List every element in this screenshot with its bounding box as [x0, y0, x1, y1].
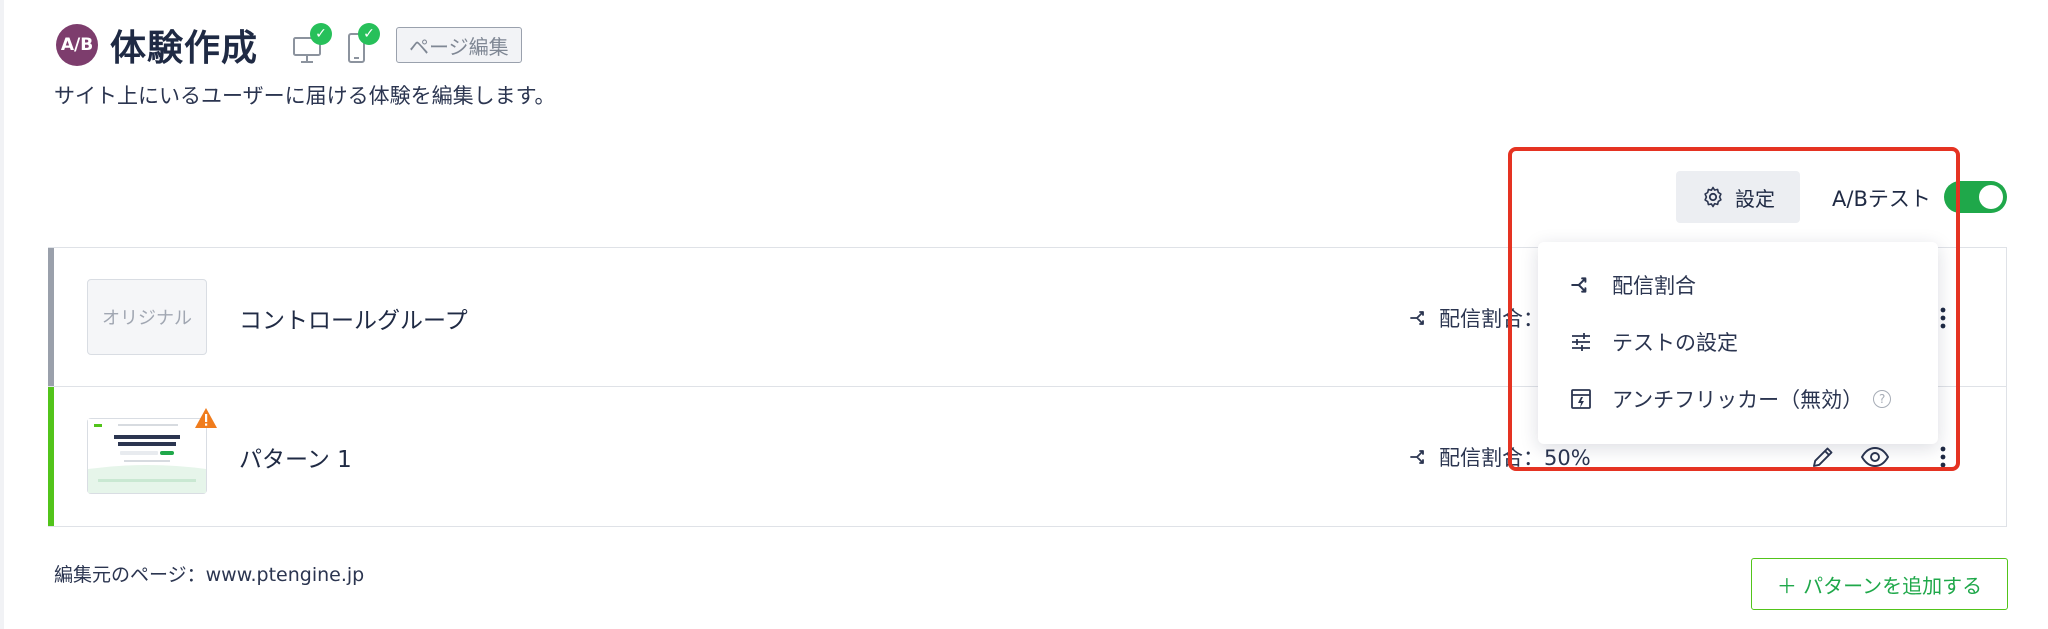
- abtest-toggle[interactable]: [1944, 181, 2007, 213]
- warning-icon: [195, 408, 217, 428]
- variant-name: パターン 1: [239, 446, 352, 473]
- check-icon: ✓: [310, 23, 333, 45]
- traffic-allocation: 配信割合：: [1409, 248, 1544, 387]
- page-preview-image: [88, 419, 206, 493]
- left-edge: [0, 0, 4, 629]
- settings-label: 設定: [1735, 186, 1775, 211]
- page-title: 体験作成: [110, 28, 259, 69]
- desktop-device-icon[interactable]: ✓: [292, 23, 333, 65]
- variant-thumbnail: [87, 408, 217, 494]
- edit-pencil-icon[interactable]: [1806, 440, 1840, 474]
- row-indicator: [48, 248, 54, 386]
- eye-icon[interactable]: [1858, 440, 1892, 474]
- menu-item-label: テストの設定: [1612, 330, 1738, 355]
- check-icon: ✓: [358, 23, 381, 45]
- settings-button[interactable]: 設定: [1676, 171, 1800, 223]
- original-thumbnail: オリジナル: [87, 279, 207, 355]
- menu-item-anti-flicker[interactable]: アンチフリッカー（無効） ?: [1538, 370, 1938, 427]
- split-icon: [1571, 276, 1587, 293]
- ab-badge: A/B: [56, 24, 98, 66]
- page-subtitle: サイト上にいるユーザーに届ける体験を編集します。: [54, 84, 556, 108]
- help-icon[interactable]: ?: [1873, 389, 1892, 408]
- traffic-label: 配信割合：50%: [1439, 445, 1591, 470]
- source-page-label: 編集元のページ：www.ptengine.jp: [54, 564, 365, 586]
- gear-icon: [1704, 186, 1722, 208]
- menu-item-label: 配信割合: [1612, 273, 1696, 298]
- add-pattern-button[interactable]: ＋ パターンを追加する: [1751, 558, 2008, 610]
- abtest-label: A/Bテスト: [1832, 187, 1931, 211]
- page-edit-button[interactable]: ページ編集: [396, 27, 522, 63]
- menu-item-traffic-split[interactable]: 配信割合: [1538, 256, 1938, 313]
- settings-dropdown-menu: 配信割合 テストの設定 アンチフリッカー（無効） ?: [1538, 242, 1938, 444]
- menu-item-test-settings[interactable]: テストの設定: [1538, 313, 1938, 370]
- anti-flicker-icon: [1571, 388, 1591, 409]
- split-icon: [1410, 310, 1424, 325]
- more-icon[interactable]: [1926, 440, 1960, 474]
- page-header: A/B 体験作成 ✓ ✓ ページ編集: [56, 20, 522, 70]
- variant-name: コントロールグループ: [239, 307, 468, 334]
- traffic-label: 配信割合：: [1439, 306, 1544, 331]
- mobile-device-icon[interactable]: ✓: [346, 23, 381, 65]
- menu-item-label: アンチフリッカー（無効）: [1612, 387, 1864, 412]
- row-indicator: [48, 387, 54, 526]
- sliders-icon: [1572, 332, 1590, 351]
- split-icon: [1410, 449, 1424, 464]
